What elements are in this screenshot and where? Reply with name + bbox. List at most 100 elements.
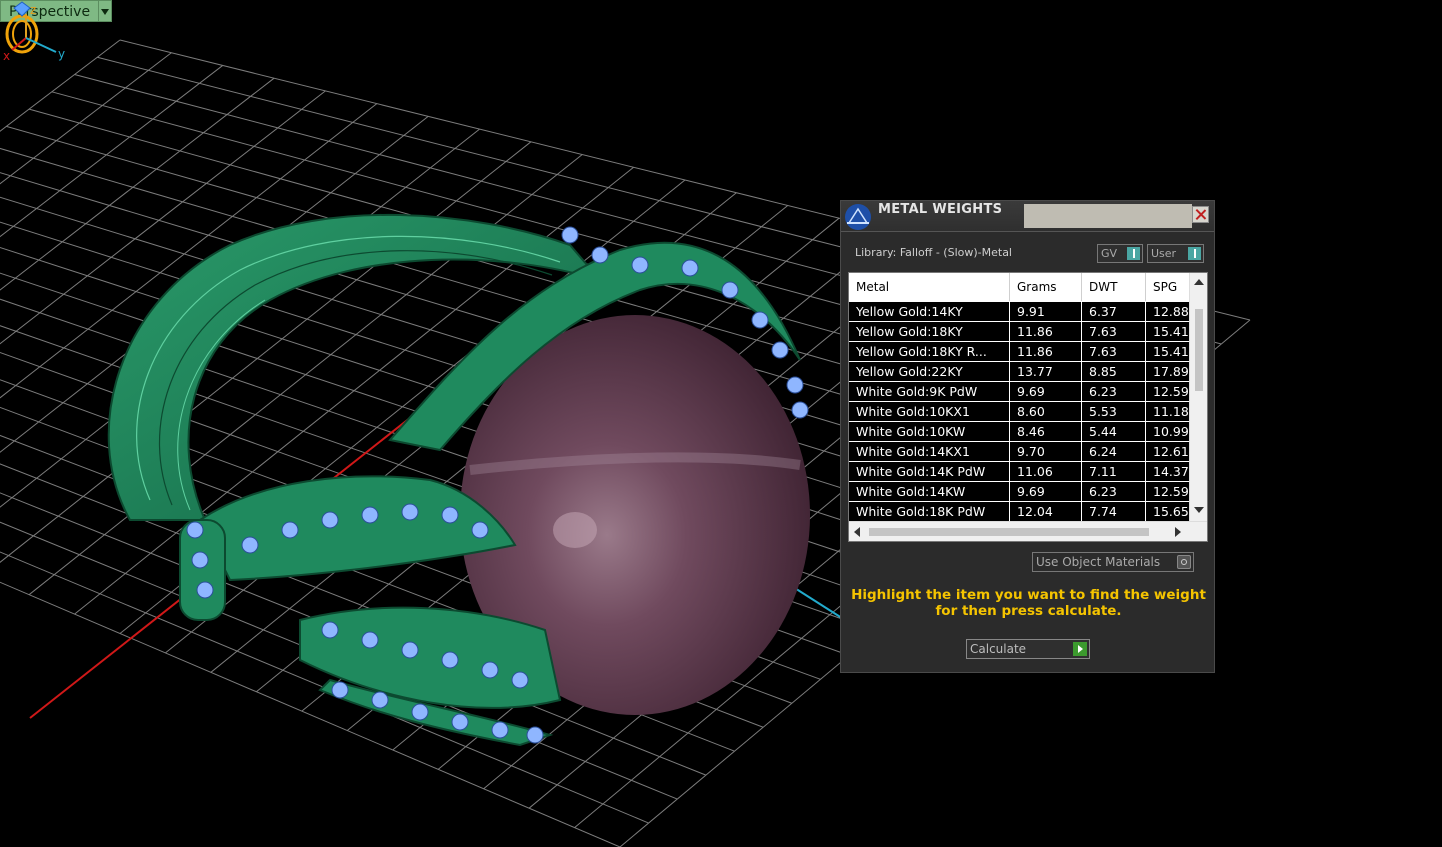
table-row[interactable]: Yellow Gold:18KY R... 11.86 7.63 15.41 bbox=[849, 342, 1189, 362]
gem bbox=[681, 259, 699, 277]
cell-dwt: 6.24 bbox=[1082, 442, 1146, 461]
user-toggle-label: User bbox=[1151, 247, 1177, 260]
scroll-right-icon[interactable] bbox=[1175, 527, 1181, 537]
gem bbox=[591, 246, 609, 264]
vertical-scrollbar[interactable] bbox=[1189, 273, 1207, 521]
vertical-scroll-thumb[interactable] bbox=[1195, 309, 1203, 391]
gem bbox=[451, 713, 469, 731]
cell-dwt: 7.74 bbox=[1082, 502, 1146, 521]
scroll-left-icon[interactable] bbox=[854, 527, 860, 537]
cell-grams: 11.86 bbox=[1010, 322, 1082, 341]
gem bbox=[196, 581, 214, 599]
cell-dwt: 6.23 bbox=[1082, 482, 1146, 501]
y-axis-line bbox=[789, 584, 846, 621]
table-row[interactable]: White Gold:18K PdW 12.04 7.74 15.65 bbox=[849, 502, 1189, 522]
table-row[interactable]: Yellow Gold:22KY 13.77 8.85 17.89 bbox=[849, 362, 1189, 382]
cell-spg: 10.99 bbox=[1153, 424, 1189, 439]
gem bbox=[371, 691, 389, 709]
cell-dwt: 7.63 bbox=[1082, 322, 1146, 341]
cell-spg: 12.88 bbox=[1153, 304, 1189, 319]
gem bbox=[511, 671, 529, 689]
column-header-grams[interactable]: Grams bbox=[1010, 273, 1082, 301]
gem bbox=[321, 511, 339, 529]
cell-metal: Yellow Gold:18KY bbox=[849, 322, 1010, 341]
play-icon bbox=[1073, 642, 1087, 656]
horizontal-scrollbar[interactable] bbox=[849, 521, 1207, 541]
table-row[interactable]: White Gold:9K PdW 9.69 6.23 12.59 bbox=[849, 382, 1189, 402]
axis-x-label: x bbox=[3, 49, 10, 63]
close-button[interactable] bbox=[1192, 206, 1209, 223]
gem bbox=[751, 311, 769, 329]
table-row[interactable]: Yellow Gold:14KY 9.91 6.37 12.88 bbox=[849, 302, 1189, 322]
cell-metal: White Gold:10KW bbox=[849, 422, 1010, 441]
cell-grams: 9.91 bbox=[1010, 302, 1082, 321]
cell-spg: 12.61 bbox=[1153, 444, 1189, 459]
use-object-materials-toggle[interactable]: Use Object Materials bbox=[1032, 552, 1194, 572]
cell-metal: White Gold:9K PdW bbox=[849, 382, 1010, 401]
dialog-titlebar[interactable]: METAL WEIGHTS bbox=[841, 201, 1214, 232]
table-row[interactable]: Yellow Gold:18KY 11.86 7.63 15.41 bbox=[849, 322, 1189, 342]
table-row[interactable]: White Gold:14KX1 9.70 6.24 12.61 bbox=[849, 442, 1189, 462]
column-header-metal[interactable]: Metal bbox=[849, 273, 1010, 301]
table-row[interactable]: White Gold:14K PdW 11.06 7.11 14.37 bbox=[849, 462, 1189, 482]
horizontal-scroll-thumb[interactable] bbox=[869, 528, 1149, 536]
user-toggle[interactable]: User bbox=[1147, 244, 1204, 263]
gem bbox=[481, 661, 499, 679]
use-object-materials-label: Use Object Materials bbox=[1036, 555, 1161, 569]
gem bbox=[241, 536, 259, 554]
cell-dwt: 7.11 bbox=[1082, 462, 1146, 481]
library-label: Library: Falloff - (Slow)-Metal bbox=[855, 246, 1012, 259]
cell-metal: White Gold:18K PdW bbox=[849, 502, 1010, 521]
3d-viewport[interactable]: Perspective z x y bbox=[0, 0, 1442, 847]
gem bbox=[361, 506, 379, 524]
cell-spg: 17.89 bbox=[1153, 364, 1189, 379]
cell-grams: 8.60 bbox=[1010, 402, 1082, 421]
gem bbox=[441, 651, 459, 669]
metal-weights-dialog: METAL WEIGHTS Library: Falloff - (Slow)-… bbox=[840, 200, 1215, 673]
table-row[interactable]: White Gold:14KW 9.69 6.23 12.59 bbox=[849, 482, 1189, 502]
cell-spg: 15.41 bbox=[1153, 344, 1189, 359]
cell-dwt: 5.53 bbox=[1082, 402, 1146, 421]
scale-icon bbox=[845, 204, 871, 230]
gv-toggle[interactable]: GV bbox=[1097, 244, 1143, 263]
gem bbox=[631, 256, 649, 274]
cell-grams: 11.06 bbox=[1010, 462, 1082, 481]
gem bbox=[331, 681, 349, 699]
gem bbox=[491, 721, 509, 739]
dialog-title: METAL WEIGHTS bbox=[878, 202, 1003, 217]
table-row[interactable]: White Gold:10KX1 8.60 5.53 11.18 bbox=[849, 402, 1189, 422]
gem bbox=[791, 401, 809, 419]
axis-gizmo: z x y bbox=[3, 3, 65, 63]
scroll-up-icon[interactable] bbox=[1194, 279, 1204, 285]
grid-line bbox=[0, 39, 121, 132]
gem bbox=[441, 506, 459, 524]
table-header: Metal Grams DWT SPG bbox=[849, 273, 1189, 301]
titlebar-grip[interactable] bbox=[1024, 204, 1192, 228]
cell-spg: 11.18 bbox=[1153, 404, 1189, 419]
cell-dwt: 8.85 bbox=[1082, 362, 1146, 381]
column-header-dwt[interactable]: DWT bbox=[1082, 273, 1146, 301]
gem bbox=[361, 631, 379, 649]
scroll-down-icon[interactable] bbox=[1194, 507, 1204, 513]
table-row[interactable]: White Gold:10KW 8.46 5.44 10.99 bbox=[849, 422, 1189, 442]
table-body: Yellow Gold:14KY 9.91 6.37 12.88 Yellow Gold… bbox=[849, 302, 1189, 522]
gem bbox=[321, 621, 339, 639]
cell-grams: 12.04 bbox=[1010, 502, 1082, 521]
calculate-button[interactable]: Calculate bbox=[966, 639, 1090, 659]
gem bbox=[401, 503, 419, 521]
cell-spg: 15.65 bbox=[1153, 504, 1189, 519]
cell-grams: 8.46 bbox=[1010, 422, 1082, 441]
cell-metal: Yellow Gold:22KY bbox=[849, 362, 1010, 381]
metal-table[interactable]: Metal Grams DWT SPG Yellow Gold:14KY 9.91… bbox=[848, 272, 1208, 542]
gem bbox=[186, 521, 204, 539]
cell-metal: White Gold:10KX1 bbox=[849, 402, 1010, 421]
calculate-label: Calculate bbox=[970, 642, 1027, 656]
cell-grams: 9.69 bbox=[1010, 482, 1082, 501]
column-header-spg[interactable]: SPG bbox=[1146, 273, 1189, 301]
cell-grams: 9.69 bbox=[1010, 382, 1082, 401]
gv-toggle-knob bbox=[1127, 247, 1140, 260]
gem bbox=[526, 726, 544, 744]
cell-metal: Yellow Gold:14KY bbox=[849, 302, 1010, 321]
cell-spg: 12.59 bbox=[1153, 384, 1189, 399]
viewport-menu-dropdown[interactable] bbox=[99, 0, 113, 22]
